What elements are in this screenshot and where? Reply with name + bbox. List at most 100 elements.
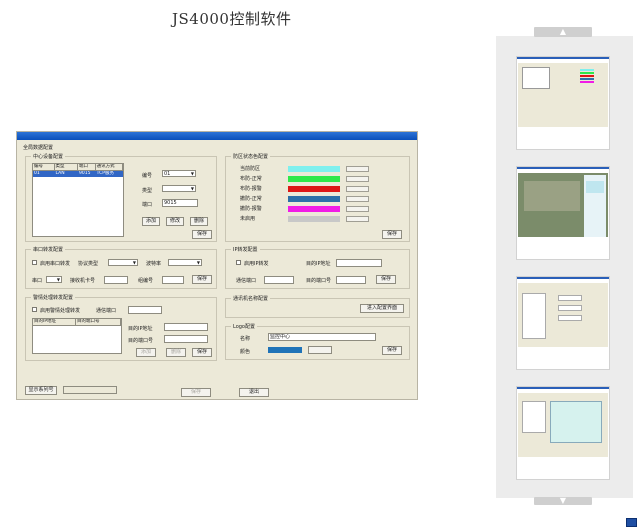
dialog-title: 全局数据配置 — [23, 145, 54, 151]
logo-color-picker-button[interactable] — [308, 346, 332, 354]
protocol-select[interactable]: ▼ — [108, 259, 138, 266]
terminal-name-group: 通讯机名称配置 进入配置界面 — [225, 295, 410, 318]
receiver-label: 接收机卡号 — [70, 278, 96, 284]
center-device-group: 中心设备配置 编号 类型 端口 通讯方式 01 LAN 9015 TCP服务 编… — [25, 153, 217, 242]
zone-color-label: 撤防-报警 — [240, 206, 262, 212]
bottom-save-button[interactable]: 保存 — [181, 388, 211, 397]
save-button[interactable]: 保存 — [376, 275, 396, 284]
add-button[interactable]: 添加 — [142, 217, 160, 226]
table-cell: LAN — [55, 171, 65, 176]
arrow-up-icon: ▲ — [559, 27, 567, 36]
comm-port-label: 通信端口 — [236, 278, 257, 284]
zone-color-picker-button[interactable] — [346, 216, 369, 222]
alarm-enable-label: 启用警情处理转发 — [40, 308, 81, 314]
logo-group-title: Logo配置 — [231, 323, 257, 330]
zone-color-picker-button[interactable] — [346, 196, 369, 202]
add-button[interactable]: 添加 — [136, 348, 156, 357]
thumbnail-2[interactable] — [516, 166, 610, 260]
alarm-dest-port-input[interactable] — [164, 335, 208, 343]
thumbnail-3[interactable] — [516, 276, 610, 370]
thumbnail-bar — [517, 277, 609, 279]
page-title: JS4000控制软件 — [172, 10, 292, 28]
zone-color-swatch — [288, 166, 340, 172]
table-cell: 01 — [34, 171, 40, 176]
thumbnail-body — [518, 63, 608, 127]
zone-color-swatch — [288, 176, 340, 182]
save-button[interactable]: 保存 — [192, 230, 212, 239]
center-device-list[interactable]: 编号 类型 端口 通讯方式 01 LAN 9015 TCP服务 — [32, 163, 124, 237]
logo-name-label: 名称 — [240, 336, 251, 342]
save-button[interactable]: 保存 — [192, 348, 212, 357]
show-serial-button[interactable]: 显示系列号 — [25, 386, 57, 395]
table-row[interactable]: 01 LAN 9015 TCP服务 — [33, 171, 123, 177]
chevron-down-icon: ▼ — [196, 260, 200, 265]
thumbnail-bar — [517, 57, 609, 59]
baud-select[interactable]: ▼ — [168, 259, 202, 266]
thumbnail-body — [518, 393, 608, 457]
modify-button[interactable]: 修改 — [166, 217, 184, 226]
serial-enable-checkbox[interactable] — [32, 260, 37, 265]
zone-color-picker-button[interactable] — [346, 206, 369, 212]
zone-color-swatch — [288, 186, 340, 192]
ip-forward-group-title: IP转发配置 — [231, 246, 260, 253]
serial-forward-group-title: 串口转发配置 — [31, 246, 66, 253]
enter-config-button[interactable]: 进入配置界面 — [360, 304, 404, 313]
thumbnail-panel: ▲ ▼ — [496, 27, 633, 505]
alarm-forward-group: 警情处理转发配置 启用警情处理转发 通信端口 目的IP地址 目的端口号 目的IP… — [25, 294, 217, 361]
save-button[interactable]: 保存 — [382, 346, 402, 355]
save-button[interactable]: 保存 — [382, 230, 402, 239]
table-cell: 9015 — [79, 171, 91, 176]
logo-group: Logo配置 名称 监控中心 颜色 保存 — [225, 323, 410, 360]
terminal-name-group-title: 通讯机名称配置 — [231, 295, 271, 302]
delete-button[interactable]: 删除 — [166, 348, 186, 357]
dest-port-label: 目的端口号 — [306, 278, 332, 284]
alarm-dest-list[interactable]: 目的IP地址 目的端口号 — [32, 318, 122, 354]
logo-name-input[interactable]: 监控中心 — [268, 333, 376, 341]
zone-color-group: 防区状态色配置 当前防区 布防-正常 布防-报警 撤防-正常 撤防-报警 未启用 保存 — [225, 153, 410, 242]
no-select[interactable]: 01 ▼ — [162, 170, 196, 177]
alarm-dest-port-label: 目的端口号 — [128, 338, 154, 344]
zone-color-picker-button[interactable] — [346, 166, 369, 172]
alarm-dest-ip-input[interactable] — [164, 323, 208, 331]
zone-color-swatch — [288, 206, 340, 212]
port-label: 端口 — [142, 202, 153, 208]
port-input[interactable]: 9015 — [162, 199, 198, 207]
thumbnail-1[interactable] — [516, 56, 610, 150]
serial-forward-group: 串口转发配置 启用串口转发 协议类型 ▼ 波特率 ▼ 串口 ▼ 接收机卡号 组编… — [25, 246, 217, 289]
exit-button[interactable]: 退出 — [239, 388, 269, 397]
alarm-forward-group-title: 警情处理转发配置 — [31, 294, 76, 301]
center-device-list-header: 编号 类型 端口 通讯方式 — [33, 164, 123, 171]
dest-port-input[interactable] — [336, 276, 366, 284]
zone-color-group-title: 防区状态色配置 — [231, 153, 271, 160]
group-label: 组编号 — [138, 278, 154, 284]
scroll-down-button[interactable]: ▼ — [534, 497, 592, 505]
zone-color-label: 布防-正常 — [240, 176, 262, 182]
alarm-comm-port-label: 通信端口 — [96, 308, 117, 314]
comm-port-input[interactable] — [264, 276, 294, 284]
col-header: 编号 — [33, 164, 55, 170]
scroll-up-button[interactable]: ▲ — [534, 27, 592, 37]
baud-label: 波特率 — [146, 261, 162, 267]
serial-port-label: 串口 — [32, 278, 43, 284]
thumbnail-bar — [517, 167, 609, 169]
alarm-comm-port-input[interactable] — [128, 306, 162, 314]
alarm-dest-ip-label: 目的IP地址 — [128, 326, 153, 332]
zone-color-label: 撤防-正常 — [240, 196, 262, 202]
thumbnail-bar — [517, 387, 609, 389]
type-select[interactable]: ▼ — [162, 185, 196, 192]
receiver-input[interactable] — [104, 276, 128, 284]
zone-color-picker-button[interactable] — [346, 176, 369, 182]
thumbnail-body — [518, 283, 608, 347]
dest-ip-input[interactable] — [336, 259, 382, 267]
serial-port-select[interactable]: ▼ — [46, 276, 62, 283]
alarm-enable-checkbox[interactable] — [32, 307, 37, 312]
save-button[interactable]: 保存 — [192, 275, 212, 284]
col-header: 类型 — [55, 164, 78, 170]
thumbnail-4[interactable] — [516, 386, 610, 480]
group-input[interactable] — [162, 276, 184, 284]
ip-enable-checkbox[interactable] — [236, 260, 241, 265]
zone-color-picker-button[interactable] — [346, 186, 369, 192]
type-label: 类型 — [142, 188, 153, 194]
delete-button[interactable]: 删除 — [190, 217, 208, 226]
thumbnail-body — [518, 173, 608, 237]
